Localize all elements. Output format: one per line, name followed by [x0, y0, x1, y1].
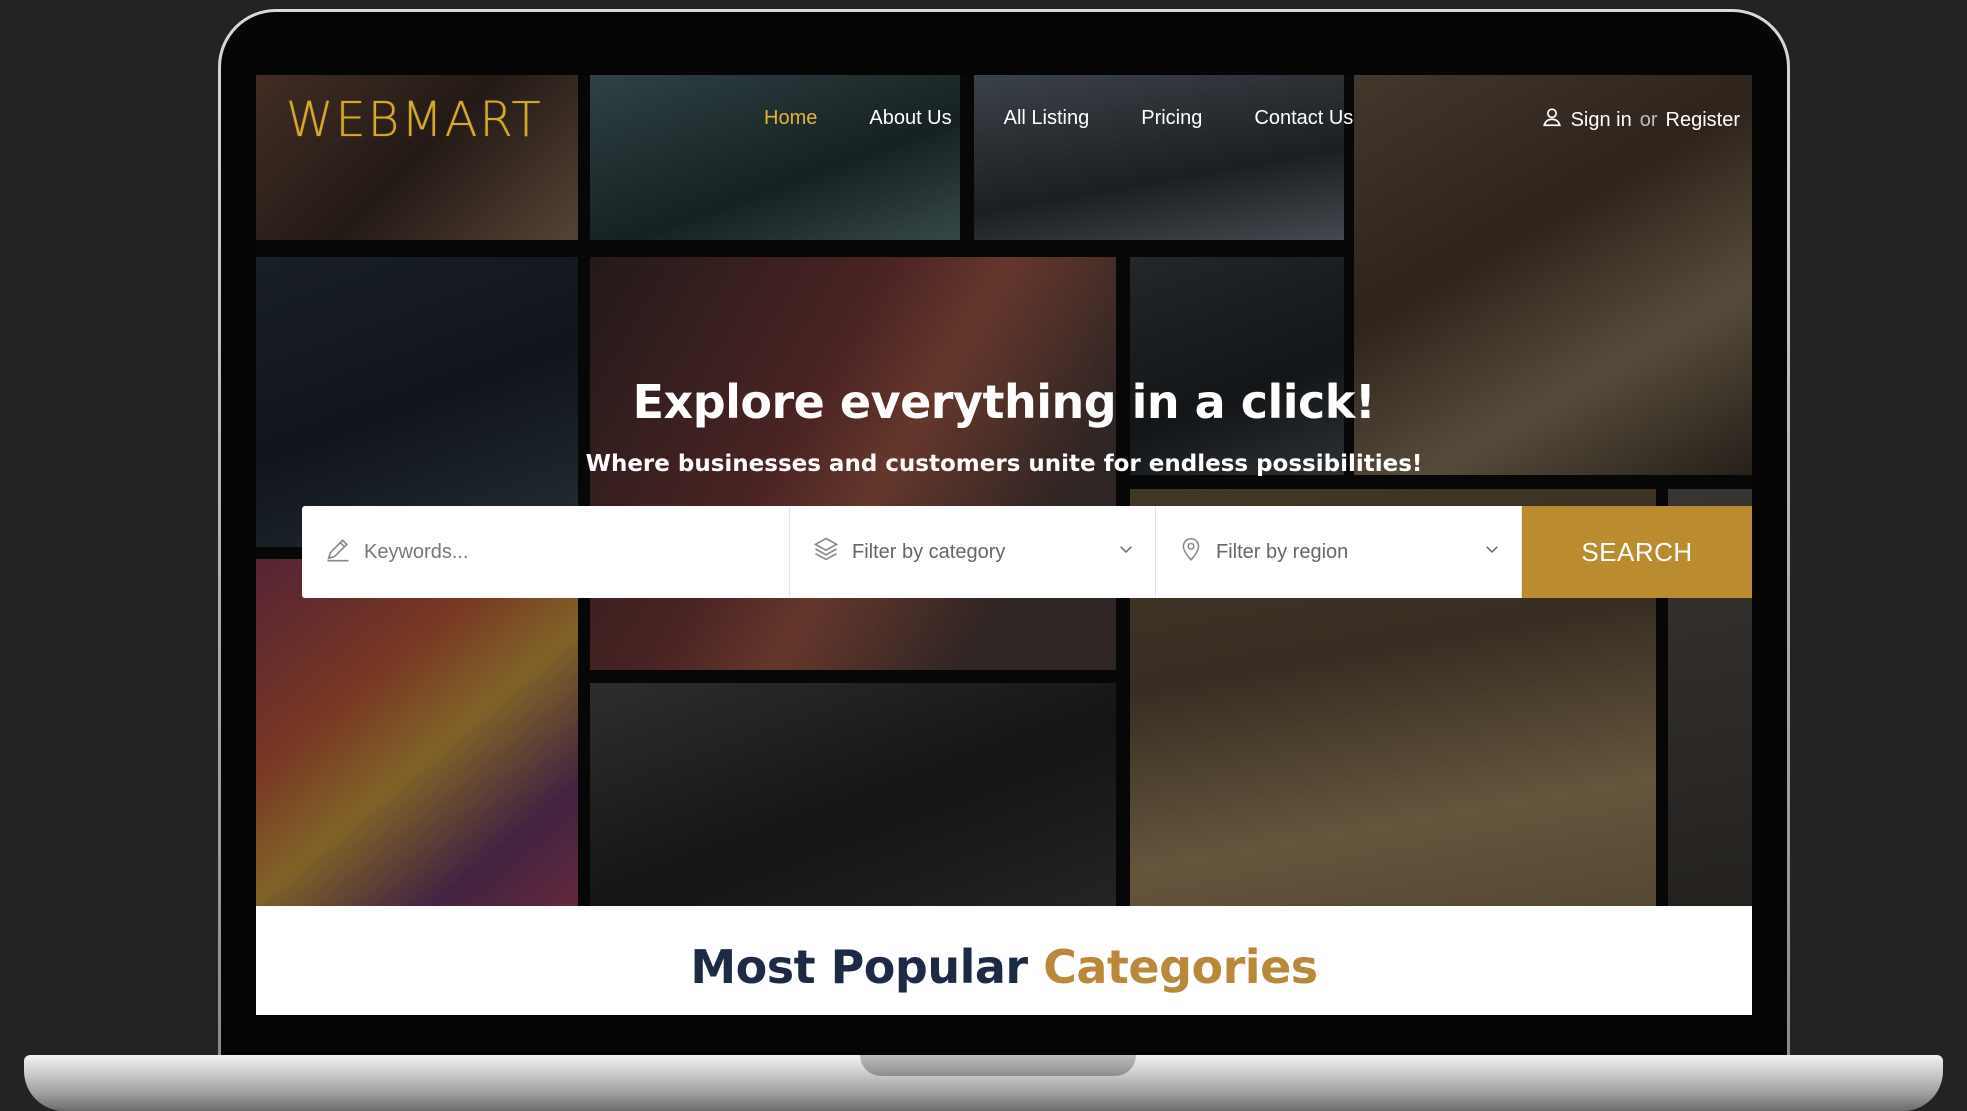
search-button[interactable]: SEARCH: [1522, 506, 1752, 598]
location-pin-icon: [1178, 535, 1204, 569]
auth-links: Sign in or Register: [1541, 106, 1740, 134]
nav-all-listing[interactable]: All Listing: [978, 107, 1116, 130]
region-select[interactable]: Filter by region: [1156, 506, 1522, 598]
nav-about-us[interactable]: About Us: [843, 107, 977, 130]
category-select-label: Filter by category: [852, 540, 1006, 563]
pencil-icon: [324, 535, 352, 569]
search-bar: Filter by category Filter by region SEAR…: [302, 506, 1752, 598]
nav-home[interactable]: Home: [738, 107, 843, 130]
hero-banner: WEBMART Home About Us All Listing Pricin…: [256, 75, 1752, 906]
chevron-down-icon: [1117, 540, 1135, 564]
webmart-logo[interactable]: WEBMART: [286, 95, 543, 145]
section-title: Most Popular Categories: [256, 940, 1752, 994]
section-title-accent: Categories: [1043, 940, 1318, 994]
sign-in-link[interactable]: Sign in: [1571, 109, 1632, 132]
laptop-notch: [860, 1055, 1136, 1076]
chevron-down-icon: [1483, 540, 1501, 564]
keyword-field[interactable]: [302, 506, 790, 598]
auth-or-text: or: [1639, 108, 1658, 131]
keyword-input[interactable]: [362, 539, 746, 565]
user-icon: [1541, 106, 1563, 134]
laptop-screen: WEBMART Home About Us All Listing Pricin…: [256, 75, 1752, 1015]
popular-categories-section: Most Popular Categories: [256, 906, 1752, 1015]
section-title-main: Most Popular: [690, 940, 1028, 994]
hero-subline: Where businesses and customers unite for…: [585, 451, 1423, 477]
layers-icon: [812, 535, 840, 569]
hero-headline: Explore everything in a click!: [632, 375, 1376, 429]
nav-pricing[interactable]: Pricing: [1115, 107, 1228, 130]
main-nav: Home About Us All Listing Pricing Contac…: [738, 107, 1379, 130]
register-link[interactable]: Register: [1666, 109, 1740, 132]
nav-contact-us[interactable]: Contact Us: [1228, 107, 1379, 130]
region-select-label: Filter by region: [1216, 540, 1349, 563]
category-select[interactable]: Filter by category: [790, 506, 1156, 598]
